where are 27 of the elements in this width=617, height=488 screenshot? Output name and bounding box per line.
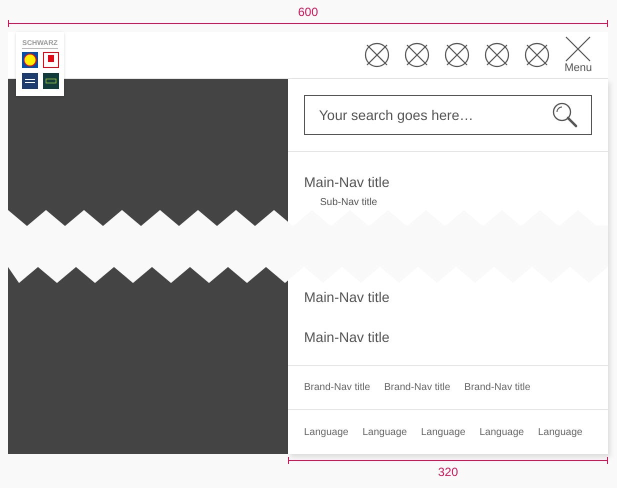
brand-logo-icon xyxy=(22,73,38,89)
brand-nav-link[interactable]: Brand-Nav title xyxy=(464,382,530,394)
language-link[interactable]: Language xyxy=(362,426,407,438)
placeholder-icon[interactable] xyxy=(444,42,470,68)
placeholder-icon[interactable] xyxy=(364,42,390,68)
dimension-label: 320 xyxy=(438,464,458,480)
search-field[interactable]: Your search goes here… xyxy=(304,95,592,135)
brand-logo-icon xyxy=(42,73,58,89)
placeholder-icon[interactable] xyxy=(404,42,430,68)
dimension-label: 600 xyxy=(298,4,318,20)
brand-nav-link[interactable]: Brand-Nav title xyxy=(384,382,450,394)
language-link[interactable]: Language xyxy=(538,426,582,438)
placeholder-icon[interactable] xyxy=(524,42,550,68)
close-icon xyxy=(565,36,592,62)
sub-nav-link[interactable]: Sub-Nav title xyxy=(320,196,378,209)
main-nav-link[interactable]: Main-Nav title xyxy=(304,327,390,348)
main-nav-link[interactable]: Main-Nav title xyxy=(304,287,390,308)
brand-nav-link[interactable]: Brand-Nav title xyxy=(304,382,370,394)
placeholder-icon[interactable] xyxy=(484,42,510,68)
language-link[interactable]: Language xyxy=(421,426,466,438)
menu-close-button[interactable]: Menu xyxy=(564,36,592,74)
search-icon[interactable] xyxy=(552,102,578,128)
brand-logo-icon xyxy=(42,52,58,68)
language-link[interactable]: Language xyxy=(304,426,348,438)
main-nav-link[interactable]: Main-Nav title xyxy=(304,172,390,192)
brand-logo-icon xyxy=(22,52,38,68)
language-link[interactable]: Language xyxy=(480,426,524,438)
